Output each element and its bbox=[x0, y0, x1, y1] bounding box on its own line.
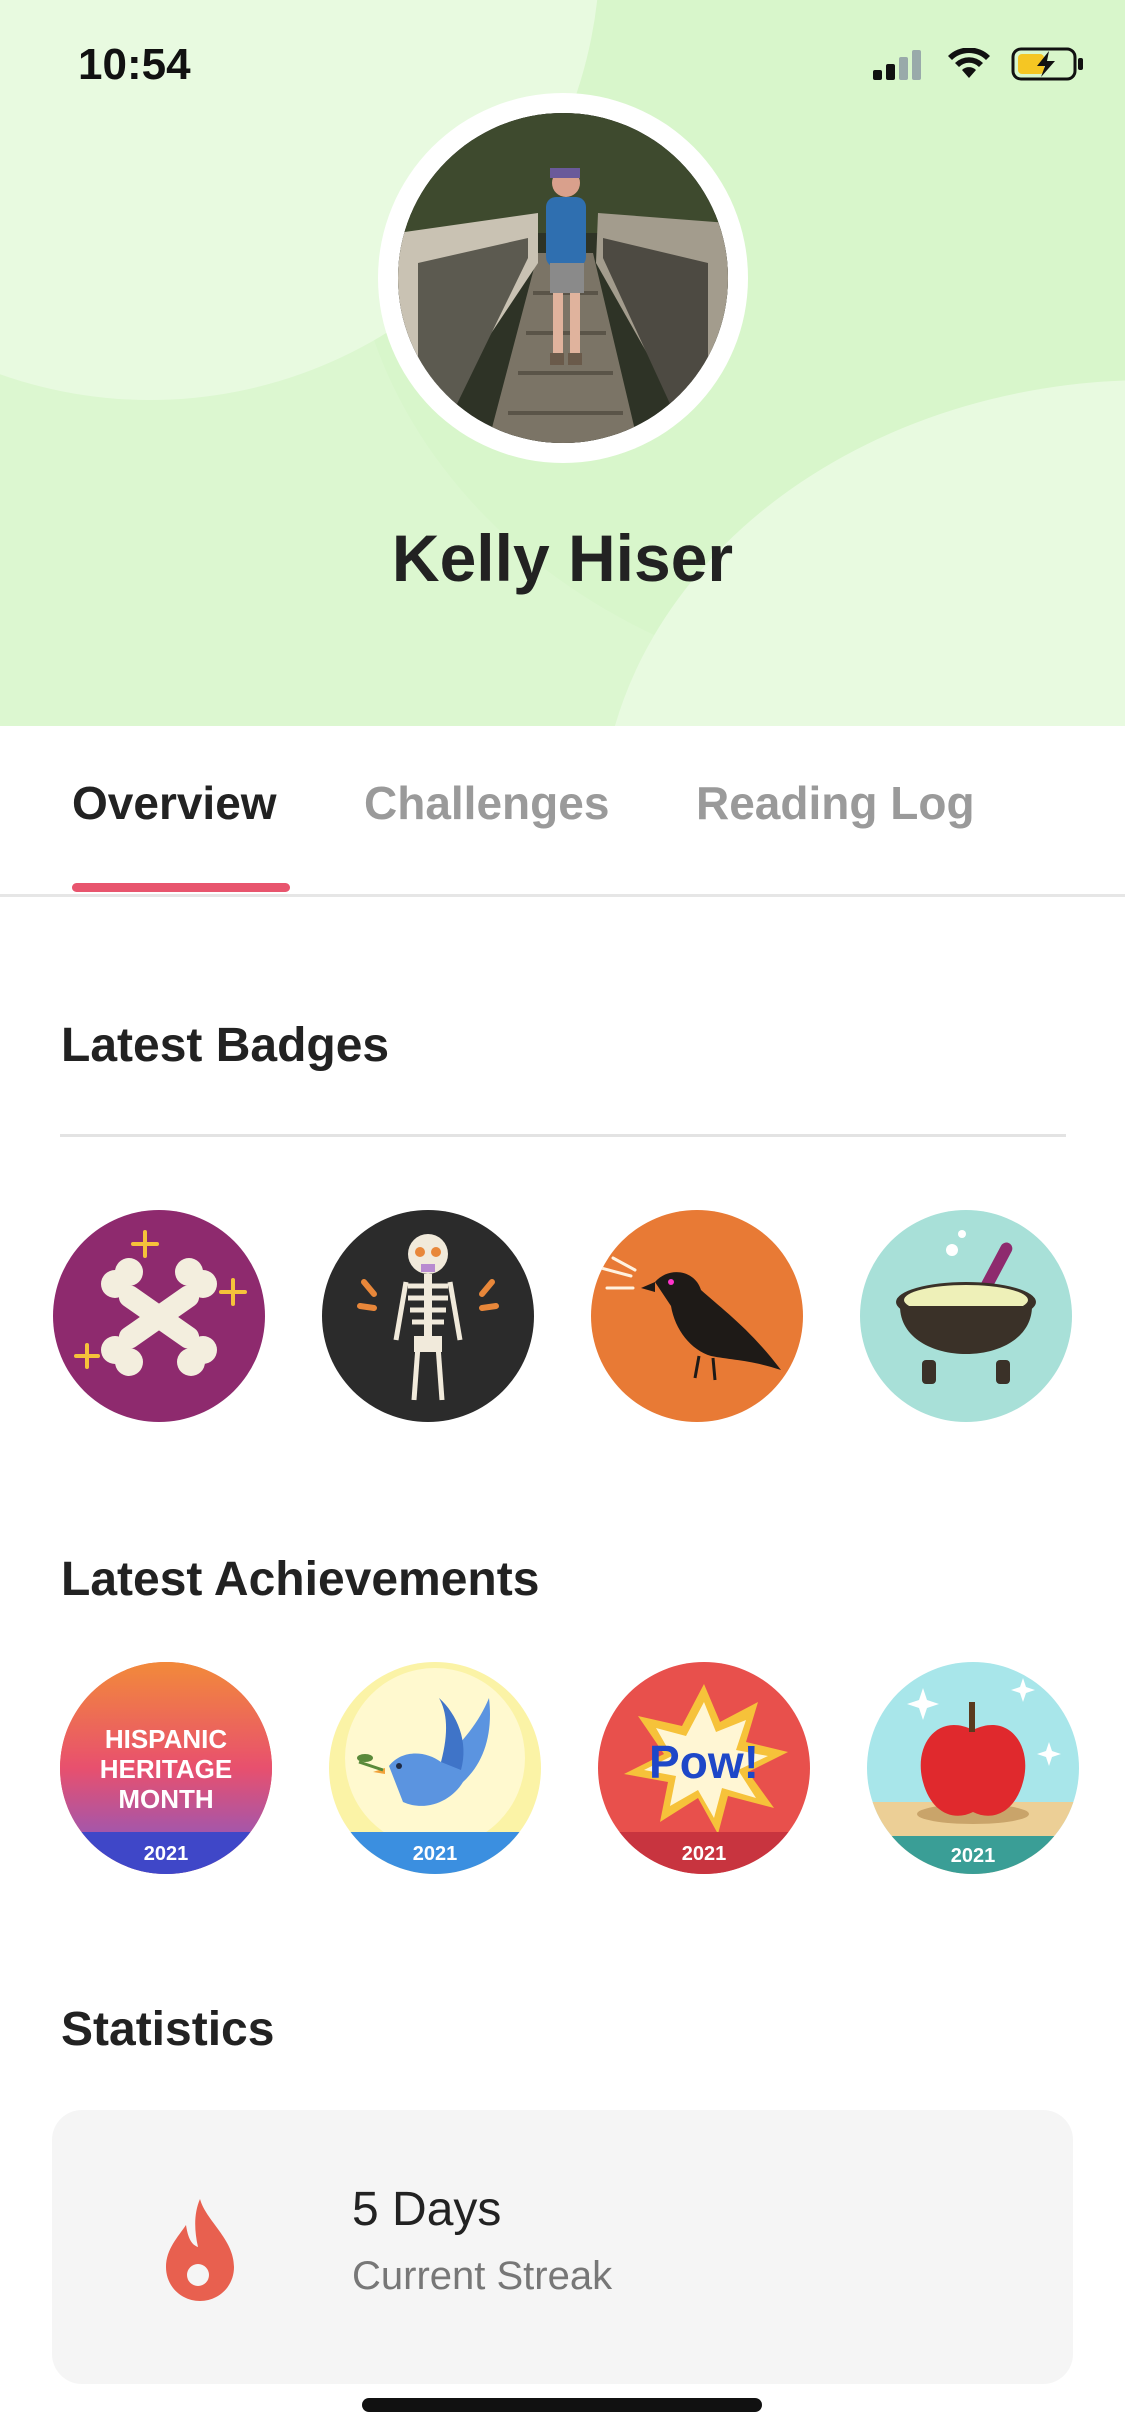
tab-reading-log[interactable]: Reading Log bbox=[696, 776, 975, 830]
badge-item[interactable] bbox=[591, 1210, 803, 1422]
section-divider bbox=[60, 1134, 1066, 1137]
svg-text:HERITAGE: HERITAGE bbox=[100, 1754, 232, 1784]
battery-charging-icon bbox=[1011, 47, 1083, 81]
badge-item[interactable] bbox=[53, 1210, 265, 1422]
tab-overview[interactable]: Overview bbox=[72, 776, 277, 830]
tab-challenges[interactable]: Challenges bbox=[364, 776, 609, 830]
apple-icon: 2021 bbox=[867, 1678, 1079, 1874]
svg-text:HISPANIC: HISPANIC bbox=[105, 1724, 228, 1754]
badge-item[interactable] bbox=[322, 1210, 534, 1422]
profile-tabs: Overview Challenges Reading Log bbox=[0, 726, 1125, 897]
status-time: 10:54 bbox=[78, 40, 191, 89]
flame-icon bbox=[166, 2199, 234, 2301]
home-indicator[interactable] bbox=[362, 2398, 762, 2412]
hispanic-heritage-month-icon: HISPANIC HERITAGE MONTH 2021 bbox=[60, 1662, 272, 1874]
achievement-item[interactable]: Pow! 2021 bbox=[598, 1662, 810, 1874]
profile-header: 10:54 Kelly Hiser bbox=[0, 0, 1125, 726]
latest-achievements-title: Latest Achievements bbox=[61, 1553, 540, 1606]
achievement-item[interactable]: 2021 bbox=[329, 1662, 541, 1874]
active-tab-indicator bbox=[72, 883, 290, 892]
streak-card: 5 Days Current Streak bbox=[52, 2110, 1073, 2384]
svg-text:2021: 2021 bbox=[951, 1845, 996, 1867]
crow-icon bbox=[599, 1256, 781, 1381]
achievement-item[interactable]: 2021 bbox=[867, 1662, 1079, 1874]
skeleton-icon bbox=[357, 1234, 499, 1401]
avatar-photo bbox=[398, 113, 728, 443]
badge-item[interactable] bbox=[860, 1210, 1072, 1422]
svg-text:2021: 2021 bbox=[413, 1843, 458, 1865]
pow-icon: Pow! 2021 bbox=[598, 1684, 810, 1874]
streak-value: 5 Days bbox=[352, 2183, 502, 2236]
svg-text:2021: 2021 bbox=[144, 1843, 189, 1865]
svg-text:Pow!: Pow! bbox=[649, 1736, 759, 1788]
crossed-bones-icon bbox=[74, 1230, 247, 1376]
svg-text:MONTH: MONTH bbox=[118, 1784, 213, 1814]
statistics-title: Statistics bbox=[61, 2003, 275, 2056]
profile-name: Kelly Hiser bbox=[391, 521, 734, 595]
achievement-item[interactable]: HISPANIC HERITAGE MONTH 2021 bbox=[60, 1662, 272, 1874]
dove-icon: 2021 bbox=[329, 1668, 541, 1874]
svg-text:2021: 2021 bbox=[682, 1843, 727, 1865]
status-icons bbox=[871, 46, 1085, 82]
cellular-signal-icon bbox=[873, 50, 921, 80]
streak-label: Current Streak bbox=[352, 2254, 613, 2298]
latest-badges-title: Latest Badges bbox=[61, 1019, 390, 1072]
avatar-ring bbox=[378, 93, 748, 463]
wifi-icon bbox=[948, 48, 990, 78]
avatar[interactable] bbox=[398, 113, 728, 443]
cauldron-icon bbox=[896, 1230, 1036, 1384]
